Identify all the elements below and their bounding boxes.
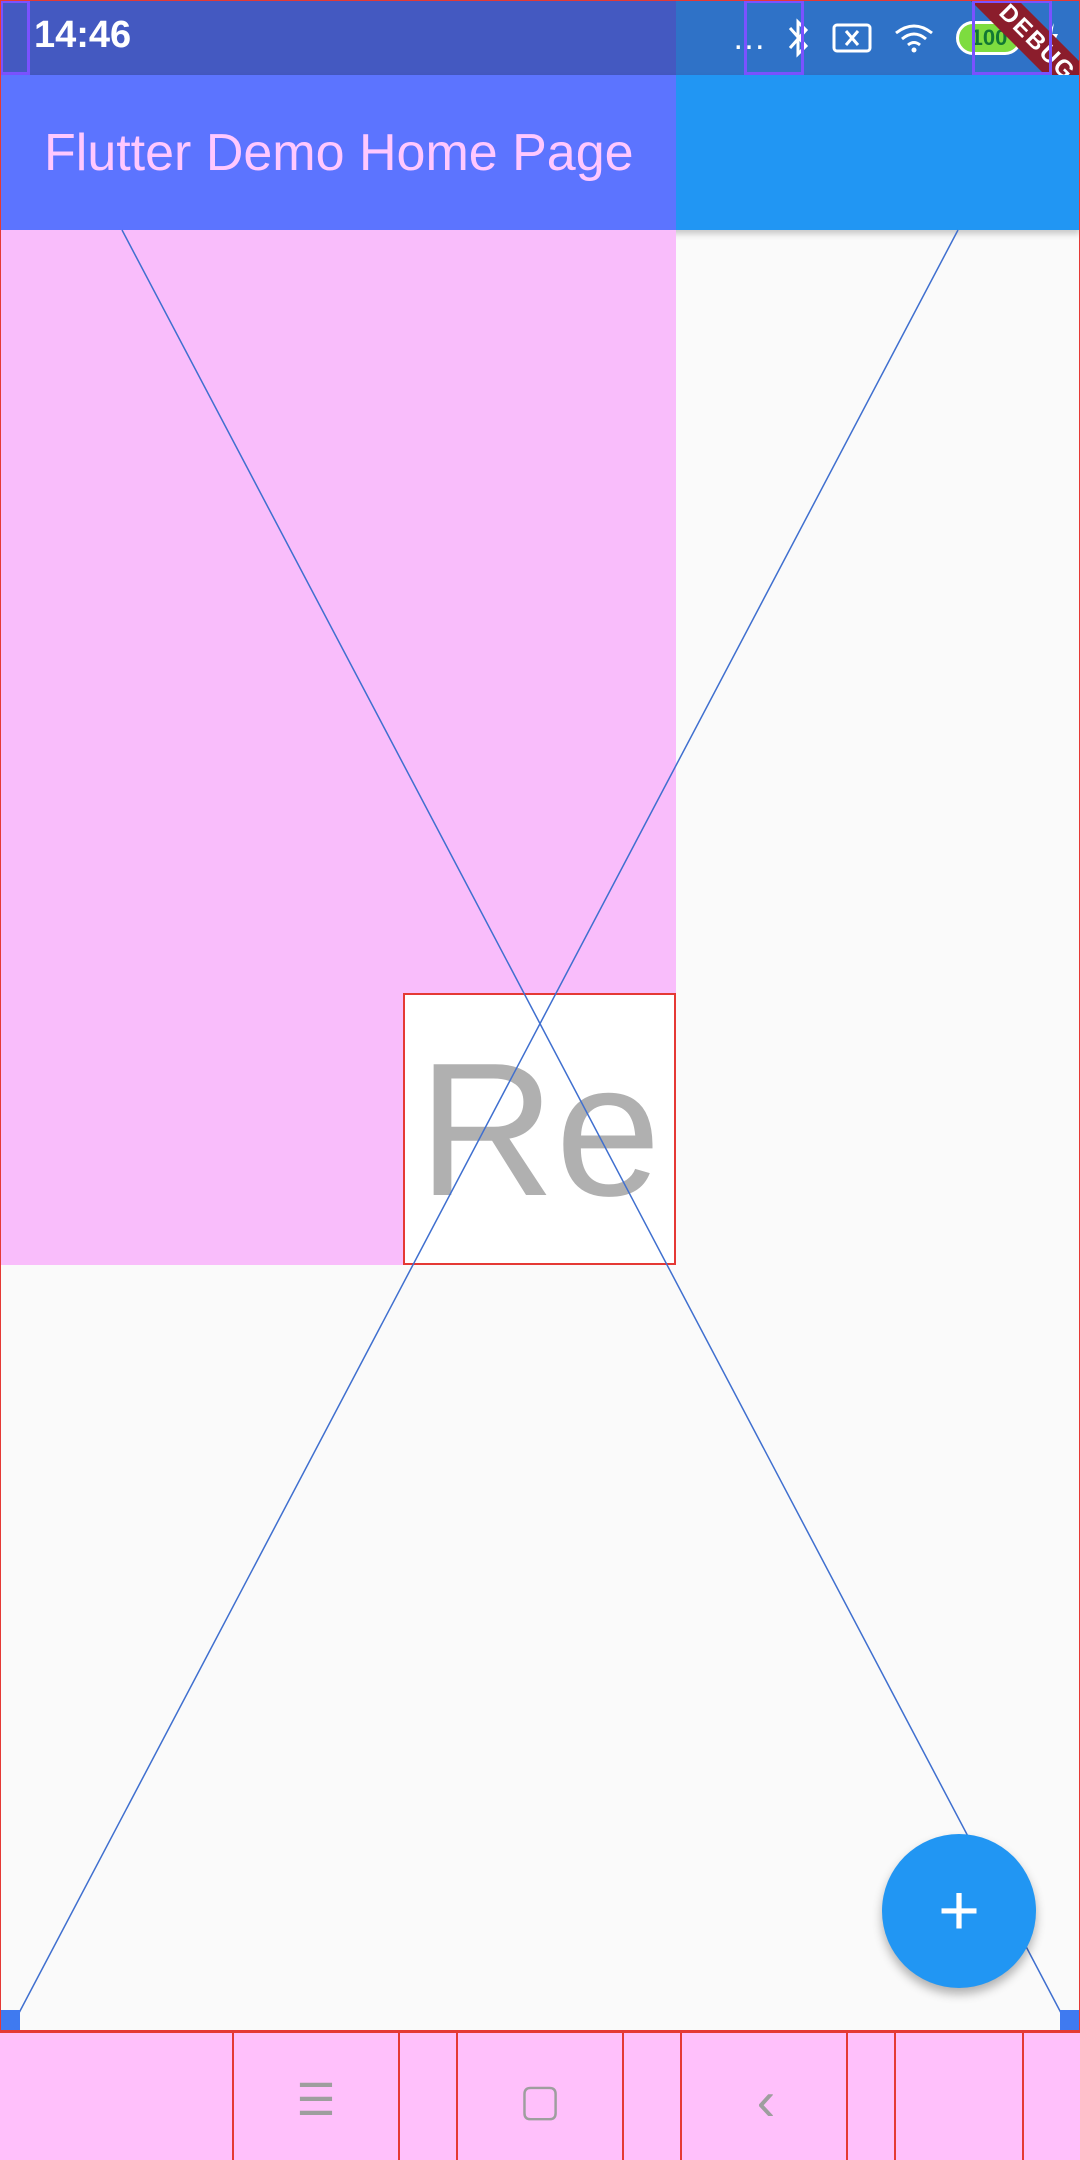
home-button[interactable]: ▢ bbox=[480, 2060, 600, 2140]
menu-icon: ☰ bbox=[296, 2075, 336, 2125]
nav-divider bbox=[622, 2030, 624, 2160]
nav-divider bbox=[398, 2030, 400, 2160]
add-fab-button[interactable]: + bbox=[882, 1834, 1036, 1988]
nav-divider bbox=[846, 2030, 848, 2160]
nav-divider bbox=[232, 2030, 234, 2160]
back-icon: ‹ bbox=[756, 2068, 776, 2132]
nav-divider bbox=[894, 2030, 896, 2160]
debug-outline bbox=[744, 0, 804, 75]
debug-outline bbox=[972, 0, 1052, 75]
page-title: Flutter Demo Home Page bbox=[44, 124, 634, 182]
nav-divider bbox=[680, 2030, 682, 2160]
back-button[interactable]: ‹ bbox=[706, 2060, 826, 2140]
home-icon: ▢ bbox=[519, 2075, 561, 2125]
status-bar: 14:46 … 100 DEBUG bbox=[0, 0, 1080, 123]
status-time: 14:46 bbox=[34, 14, 132, 56]
app-bar: Flutter Demo Home Page bbox=[0, 75, 1080, 230]
nav-divider bbox=[1022, 2030, 1024, 2160]
menu-button[interactable]: ☰ bbox=[256, 2060, 376, 2140]
add-icon: + bbox=[937, 1871, 981, 1951]
debug-outline bbox=[0, 0, 30, 75]
wifi-icon bbox=[894, 16, 934, 60]
no-sim-icon bbox=[832, 16, 872, 60]
nav-divider bbox=[456, 2030, 458, 2160]
center-text: Re bbox=[418, 1024, 661, 1236]
